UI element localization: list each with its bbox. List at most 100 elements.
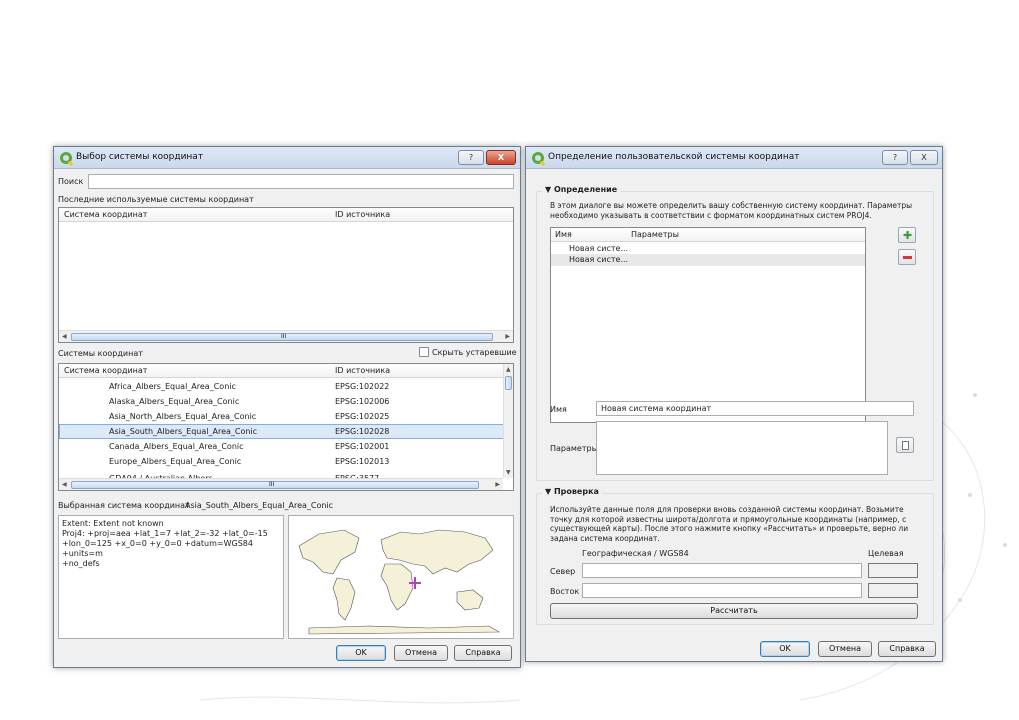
target-label: Целевая xyxy=(868,549,904,558)
east-label: Восток xyxy=(550,587,580,596)
table-header: Система координат ID источника xyxy=(59,364,513,378)
close-button[interactable]: X xyxy=(910,150,938,165)
minus-icon xyxy=(903,256,912,259)
scroll-down-icon[interactable]: ▼ xyxy=(506,469,511,476)
crs-name: Europe_Albers_Equal_Area_Conic xyxy=(109,457,242,466)
scroll-thumb[interactable] xyxy=(71,481,479,489)
close-button[interactable]: X xyxy=(486,150,516,165)
qgis-logo-icon xyxy=(60,152,72,164)
search-label: Поиск xyxy=(58,177,84,186)
crs-params-input[interactable] xyxy=(596,421,888,475)
definition-title[interactable]: ▼ Определение xyxy=(542,185,621,194)
table-row-selected[interactable]: Asia_South_Albers_Equal_Area_Conic EPSG:… xyxy=(59,424,513,439)
horizontal-scrollbar[interactable]: ◀ III ▶ xyxy=(59,330,513,342)
plus-icon: ✚ xyxy=(903,229,913,242)
title-bar: Определение пользовательской системы коо… xyxy=(526,147,942,169)
crs-id: EPSG:102025 xyxy=(335,412,390,421)
calculate-button[interactable]: Рассчитать xyxy=(550,603,918,619)
scroll-right-icon[interactable]: ▶ xyxy=(505,333,510,340)
scroll-thumb[interactable] xyxy=(505,376,512,390)
east-input[interactable] xyxy=(582,583,862,598)
column-header-crs[interactable]: Система координат xyxy=(64,210,147,219)
crs-name-input[interactable]: Новая система координат xyxy=(596,401,914,416)
table-header: Система координат ID источника xyxy=(59,208,513,222)
definition-title-text: Определение xyxy=(553,185,618,194)
geographic-label: Географическая / WGS84 xyxy=(582,549,689,558)
world-map-icon xyxy=(289,516,513,638)
params-label: Параметры xyxy=(550,444,598,453)
crs-name: Alaska_Albers_Equal_Area_Conic xyxy=(109,397,240,406)
hide-deprecated-label[interactable]: Скрыть устаревшие xyxy=(432,348,517,357)
cancel-button[interactable]: Отмена xyxy=(818,641,872,657)
crs-name: Canada_Albers_Equal_Area_Conic xyxy=(109,442,244,451)
scroll-up-icon[interactable]: ▲ xyxy=(506,366,511,373)
crs-table[interactable]: Система координат ID источника Africa_Al… xyxy=(58,363,514,491)
copy-params-button[interactable] xyxy=(896,437,914,453)
scroll-grip-icon: III xyxy=(269,481,275,488)
table-row[interactable]: Alaska_Albers_Equal_Area_Conic EPSG:1020… xyxy=(59,394,513,409)
qgis-logo-icon xyxy=(532,152,544,164)
table-row-selected[interactable]: Новая систе... xyxy=(551,254,865,266)
custom-crs-dialog: Определение пользовательской системы коо… xyxy=(525,146,943,662)
definition-description: В этом диалоге вы можете определить вашу… xyxy=(550,201,913,220)
table-row[interactable]: Canada_Albers_Equal_Area_Conic EPSG:1020… xyxy=(59,439,513,454)
window-title: Выбор системы координат xyxy=(76,152,204,162)
column-header-name[interactable]: Имя xyxy=(555,230,572,239)
ok-button[interactable]: OK xyxy=(336,645,386,661)
help-button-bottom[interactable]: Справка xyxy=(878,641,936,657)
custom-crs-table[interactable]: Имя Параметры Новая систе... Новая систе… xyxy=(550,227,866,423)
custom-crs-name: Новая систе... xyxy=(569,244,629,253)
north-label: Север xyxy=(550,567,576,576)
help-button[interactable]: ? xyxy=(458,150,484,165)
scroll-left-icon[interactable]: ◀ xyxy=(62,333,67,340)
vertical-scrollbar[interactable]: ▲ ▼ xyxy=(503,364,513,478)
check-title-text: Проверка xyxy=(553,487,599,496)
column-header-crs[interactable]: Система координат xyxy=(64,366,147,375)
crs-name: Africa_Albers_Equal_Area_Conic xyxy=(109,382,236,391)
title-bar: Выбор системы координат ? X xyxy=(54,147,520,169)
crs-selector-dialog: Выбор системы координат ? X Поиск Послед… xyxy=(53,146,521,668)
recent-crs-label: Последние используемые системы координат xyxy=(58,195,254,204)
crs-details-text: Extent: Extent not known Proj4: +proj=ae… xyxy=(58,515,284,639)
window-title: Определение пользовательской системы коо… xyxy=(548,152,800,162)
crs-id: EPSG:102006 xyxy=(335,397,390,406)
name-label: Имя xyxy=(550,405,567,414)
selected-crs-value: Asia_South_Albers_Equal_Area_Conic xyxy=(185,501,334,510)
scroll-left-icon[interactable]: ◀ xyxy=(62,481,67,488)
horizontal-scrollbar[interactable]: ◀ III ▶ xyxy=(59,478,503,490)
crs-id: EPSG:102001 xyxy=(335,442,390,451)
recent-crs-table[interactable]: Система координат ID источника ◀ III ▶ xyxy=(58,207,514,343)
search-input[interactable] xyxy=(88,174,514,189)
crs-name: Asia_South_Albers_Equal_Area_Conic xyxy=(109,427,258,436)
hide-deprecated-checkbox[interactable] xyxy=(419,347,429,357)
crs-list-label: Системы координат xyxy=(58,349,143,358)
scroll-right-icon[interactable]: ▶ xyxy=(495,481,500,488)
custom-crs-name: Новая систе... xyxy=(569,255,629,264)
help-button[interactable]: ? xyxy=(882,150,908,165)
help-button-bottom[interactable]: Справка xyxy=(454,645,512,661)
crs-id: EPSG:102022 xyxy=(335,382,390,391)
check-title[interactable]: ▼ Проверка xyxy=(542,487,602,496)
ok-button[interactable]: OK xyxy=(760,641,810,657)
table-row[interactable]: Europe_Albers_Equal_Area_Conic EPSG:1020… xyxy=(59,454,513,469)
table-row[interactable]: Africa_Albers_Equal_Area_Conic EPSG:1020… xyxy=(59,379,513,394)
crs-id: EPSG:102013 xyxy=(335,457,390,466)
table-row[interactable]: Asia_North_Albers_Equal_Area_Conic EPSG:… xyxy=(59,409,513,424)
remove-crs-button[interactable] xyxy=(898,249,916,265)
column-header-params[interactable]: Параметры xyxy=(631,230,679,239)
table-header: Имя Параметры xyxy=(551,228,865,242)
add-crs-button[interactable]: ✚ xyxy=(898,227,916,243)
table-row[interactable]: Новая систе... xyxy=(551,242,865,254)
east-target-output xyxy=(868,583,918,598)
check-description: Используйте данные поля для проверки вно… xyxy=(550,505,909,543)
crs-name: Asia_North_Albers_Equal_Area_Conic xyxy=(109,412,257,421)
column-header-source-id[interactable]: ID источника xyxy=(335,210,390,219)
scroll-grip-icon: III xyxy=(281,333,287,340)
copy-icon xyxy=(902,441,909,450)
north-input[interactable] xyxy=(582,563,862,578)
selected-crs-label: Выбранная система координат xyxy=(58,501,190,510)
cancel-button[interactable]: Отмена xyxy=(394,645,448,661)
crs-id: EPSG:102028 xyxy=(335,427,390,436)
column-header-source-id[interactable]: ID источника xyxy=(335,366,390,375)
map-preview xyxy=(288,515,514,639)
